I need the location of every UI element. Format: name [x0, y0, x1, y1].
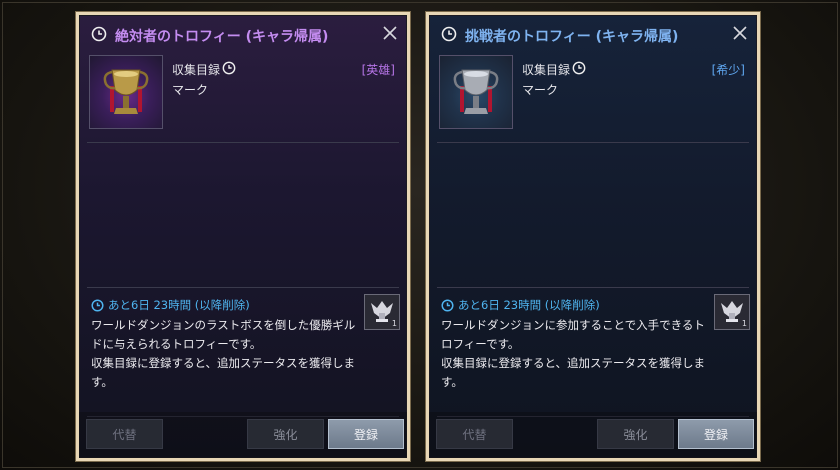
- divider: [437, 142, 749, 143]
- card-footer: 代替 強化 登録: [429, 412, 757, 458]
- expire-row: あと6日 23時間 (以降削除): [91, 297, 250, 313]
- clock-icon: [441, 298, 454, 312]
- expire-text: あと6日 23時間 (以降削除): [458, 298, 600, 312]
- trophy-icon: [439, 55, 513, 129]
- clock-icon: [91, 26, 107, 42]
- divider: [87, 142, 399, 143]
- item-subcategory: マーク: [172, 83, 209, 97]
- clock-icon: [222, 61, 236, 75]
- alternate-button[interactable]: 代替: [436, 419, 513, 449]
- card-title-bar: 絶対者のトロフィー (キャラ帰属): [79, 15, 407, 53]
- trophy-icon: [89, 55, 163, 129]
- divider: [87, 287, 399, 288]
- item-subcategory: マーク: [522, 83, 559, 97]
- expire-text: あと6日 23時間 (以降削除): [108, 298, 250, 312]
- helmet-icon[interactable]: 1: [714, 294, 750, 330]
- card-title: 絶対者のトロフィー (キャラ帰属): [115, 29, 329, 45]
- card-title: 挑戦者のトロフィー (キャラ帰属): [465, 29, 679, 45]
- register-button[interactable]: 登録: [678, 419, 754, 449]
- item-category: 収集目録: [172, 63, 221, 77]
- close-icon[interactable]: [731, 24, 749, 42]
- item-description: ワールドダンジョンのラストボスを倒した優勝ギルドに与えられるトロフィーです。 収…: [91, 318, 356, 389]
- expire-row: あと6日 23時間 (以降削除): [441, 297, 600, 313]
- clock-icon: [572, 61, 586, 75]
- clock-icon: [441, 26, 457, 42]
- item-tooltip-card: 挑戦者のトロフィー (キャラ帰属) 収集目録 マーク [希少] あと6日 23時…: [426, 12, 760, 461]
- rarity-label: [希少]: [711, 63, 745, 77]
- alternate-button[interactable]: 代替: [86, 419, 163, 449]
- enhance-button[interactable]: 強化: [597, 419, 674, 449]
- item-description: ワールドダンジョンに参加することで入手できるトロフィーです。 収集目録に登録する…: [441, 318, 706, 389]
- divider: [437, 287, 749, 288]
- register-button[interactable]: 登録: [328, 419, 404, 449]
- rarity-label: [英雄]: [361, 63, 395, 77]
- item-category: 収集目録: [522, 63, 571, 77]
- badge-count: 1: [741, 319, 747, 328]
- close-icon[interactable]: [381, 24, 399, 42]
- helmet-icon[interactable]: 1: [364, 294, 400, 330]
- card-footer: 代替 強化 登録: [79, 412, 407, 458]
- clock-icon: [91, 298, 104, 312]
- badge-count: 1: [391, 319, 397, 328]
- item-tooltip-card: 絶対者のトロフィー (キャラ帰属) 収集目録 マーク [英雄] あと6日 23時…: [76, 12, 410, 461]
- card-title-bar: 挑戦者のトロフィー (キャラ帰属): [429, 15, 757, 53]
- enhance-button[interactable]: 強化: [247, 419, 324, 449]
